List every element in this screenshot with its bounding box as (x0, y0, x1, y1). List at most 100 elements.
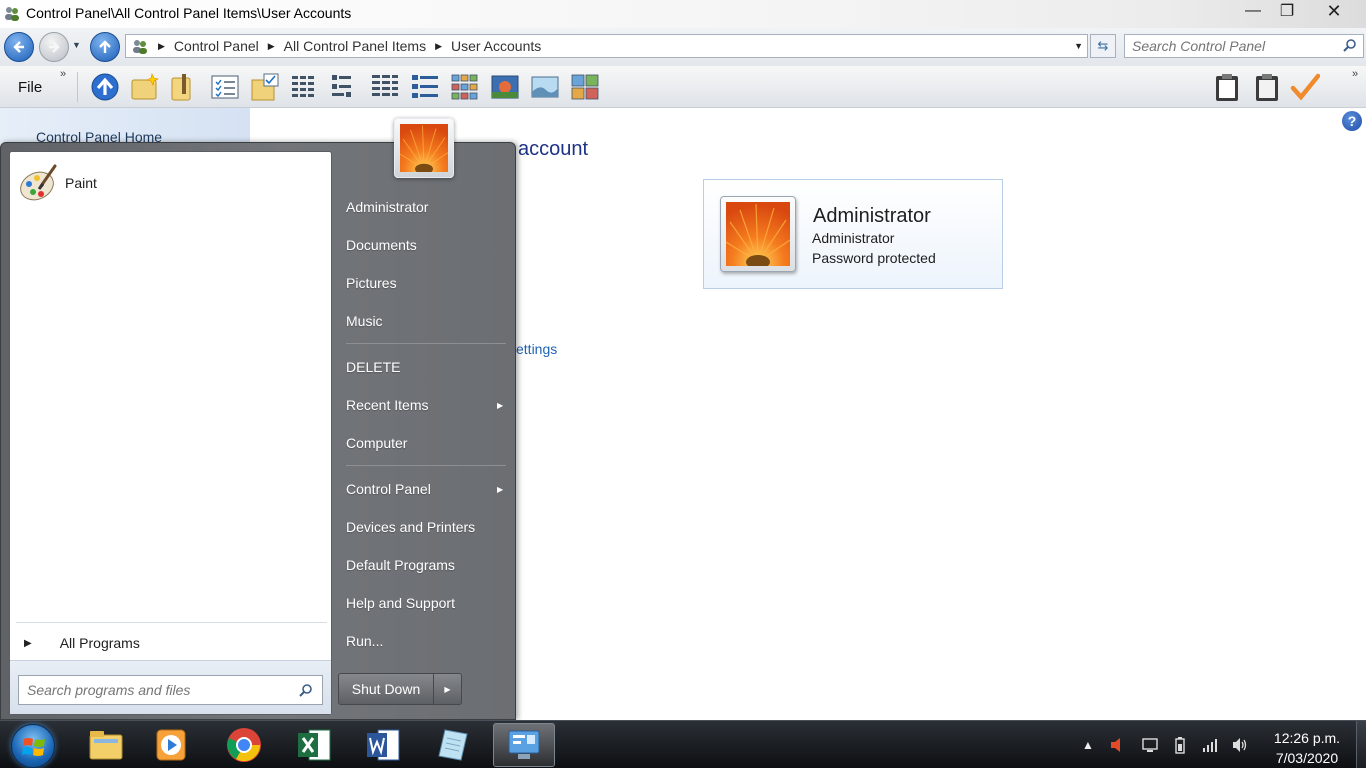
start-link-devices-printers[interactable]: Devices and Printers (346, 519, 475, 535)
start-link-computer[interactable]: Computer (346, 435, 407, 451)
details-view-icon[interactable] (290, 72, 320, 102)
refresh-button[interactable]: ⇆ (1090, 34, 1116, 58)
folder-check-icon[interactable] (250, 72, 280, 102)
minimize-button[interactable]: — (1236, 0, 1270, 22)
clock[interactable]: 12:26 p.m. 7/03/2020 (1262, 728, 1352, 768)
medium-icons-view-icon[interactable] (450, 72, 480, 102)
search-box[interactable] (1124, 34, 1364, 58)
chevron-overflow-icon[interactable]: » (1352, 68, 1358, 80)
breadcrumb-control-panel[interactable]: Control Panel (174, 38, 259, 54)
maximize-button[interactable]: ❐ (1270, 0, 1304, 22)
taskbar-app-excel[interactable] (283, 723, 345, 767)
start-link-run[interactable]: Run... (346, 633, 383, 649)
recent-pages-dropdown[interactable]: ▼ (72, 40, 81, 50)
taskbar-app-chrome[interactable] (213, 723, 275, 767)
user-accounts-icon (5, 7, 19, 21)
settings-link[interactable]: ettings (516, 341, 557, 357)
clock-time: 12:26 p.m. (1273, 730, 1341, 746)
taskbar-app-explorer[interactable] (75, 723, 137, 767)
back-button[interactable] (4, 32, 34, 62)
clock-date: 7/03/2020 (1275, 750, 1339, 766)
user-accounts-icon (133, 40, 147, 54)
list-view-icon[interactable] (330, 72, 360, 102)
address-bar[interactable]: ▶ Control Panel ▶ All Control Panel Item… (125, 34, 1088, 58)
start-link-music[interactable]: Music (346, 313, 383, 329)
start-link-pictures[interactable]: Pictures (346, 275, 397, 291)
speaker-muted-icon[interactable] (1108, 735, 1128, 755)
account-name[interactable]: Administrator (813, 205, 931, 228)
start-search-area (10, 660, 331, 714)
taskbar: ▲ 12:26 p.m. 7/03/2020 (0, 720, 1366, 768)
user-avatar[interactable] (394, 118, 454, 178)
breadcrumb-separator-icon[interactable]: ▶ (158, 41, 165, 52)
action-center-icon[interactable] (1140, 735, 1160, 755)
breadcrumb-user-accounts[interactable]: User Accounts (451, 38, 541, 54)
media-player-icon (156, 729, 186, 761)
taskbar-app-word[interactable] (352, 723, 414, 767)
checklist-icon[interactable] (210, 72, 240, 102)
account-picture-frame (720, 196, 796, 272)
small-icons-view-icon[interactable] (370, 72, 400, 102)
breadcrumb-separator-icon[interactable]: ▶ (268, 41, 275, 52)
start-link-help-support[interactable]: Help and Support (346, 595, 455, 611)
start-link-administrator[interactable]: Administrator (346, 199, 428, 215)
start-menu: Paint ▶ All Programs Administrator Docum… (0, 118, 516, 720)
search-icon[interactable] (1343, 38, 1357, 52)
breadcrumb-separator-icon[interactable]: ▶ (435, 41, 442, 52)
search-icon[interactable] (299, 683, 313, 697)
chevron-overflow-icon[interactable]: » (60, 68, 66, 80)
toolbar: File » » (0, 66, 1366, 108)
show-desktop-button[interactable] (1356, 721, 1366, 768)
start-link-recent-items[interactable]: Recent Items (346, 397, 428, 413)
program-item-paint[interactable]: Paint (14, 162, 326, 204)
new-folder-icon[interactable] (130, 72, 160, 102)
account-type: Administrator (812, 230, 895, 246)
large-icons-view-icon[interactable] (490, 72, 520, 102)
battery-icon[interactable] (1170, 735, 1190, 755)
word-icon (367, 729, 400, 761)
windows-explorer-icon (89, 731, 123, 760)
picture-view-icon[interactable] (530, 72, 560, 102)
show-hidden-icons-icon[interactable]: ▲ (1078, 735, 1098, 755)
start-link-default-programs[interactable]: Default Programs (346, 557, 455, 573)
taskbar-app-media-player[interactable] (140, 723, 202, 767)
up-folder-icon[interactable] (90, 72, 120, 102)
properties-icon[interactable] (168, 72, 198, 102)
account-card[interactable]: Administrator Administrator Password pro… (703, 179, 1003, 289)
network-signal-icon[interactable] (1200, 735, 1220, 755)
shut-down-options-button[interactable]: ▶ (434, 673, 462, 705)
address-dropdown-icon[interactable]: ▼ (1074, 41, 1083, 51)
volume-icon[interactable] (1230, 735, 1250, 755)
taskbar-app-control-panel[interactable] (493, 723, 555, 767)
clipboard-icon[interactable] (1212, 72, 1242, 102)
all-programs-button[interactable]: ▶ All Programs (14, 628, 328, 658)
shut-down-button[interactable]: Shut Down (338, 673, 434, 705)
start-search-input[interactable] (27, 678, 287, 702)
taskbar-app-notepad[interactable] (423, 723, 485, 767)
clipboard-paste-icon[interactable] (1252, 72, 1282, 102)
account-status: Password protected (812, 250, 936, 266)
close-button[interactable]: ✕ (1312, 0, 1356, 22)
window-titlebar[interactable]: Control Panel\All Control Panel Items\Us… (0, 0, 1366, 28)
start-button[interactable] (11, 724, 55, 768)
divider (346, 465, 506, 466)
breadcrumb-all-items[interactable]: All Control Panel Items (284, 38, 426, 54)
navigation-bar: ▼ ▶ Control Panel ▶ All Control Panel It… (0, 28, 1366, 66)
expand-arrow-icon: ▶ (24, 637, 32, 649)
forward-button[interactable] (39, 32, 69, 62)
start-link-documents[interactable]: Documents (346, 237, 417, 253)
up-button[interactable] (90, 32, 120, 62)
control-panel-icon (508, 730, 540, 759)
search-input[interactable] (1132, 36, 1332, 56)
notepad-icon (438, 729, 468, 761)
divider (16, 622, 327, 623)
tiles-view-icon[interactable] (410, 72, 440, 102)
start-link-control-panel[interactable]: Control Panel (346, 481, 431, 497)
start-link-delete[interactable]: DELETE (346, 359, 400, 375)
file-menu[interactable]: File (6, 72, 78, 102)
start-search-box[interactable] (18, 675, 323, 705)
checkmark-icon[interactable] (1290, 72, 1321, 102)
window-title: Control Panel\All Control Panel Items\Us… (26, 5, 352, 21)
extra-large-icons-view-icon[interactable] (570, 72, 600, 102)
help-icon[interactable]: ? (1342, 111, 1362, 131)
